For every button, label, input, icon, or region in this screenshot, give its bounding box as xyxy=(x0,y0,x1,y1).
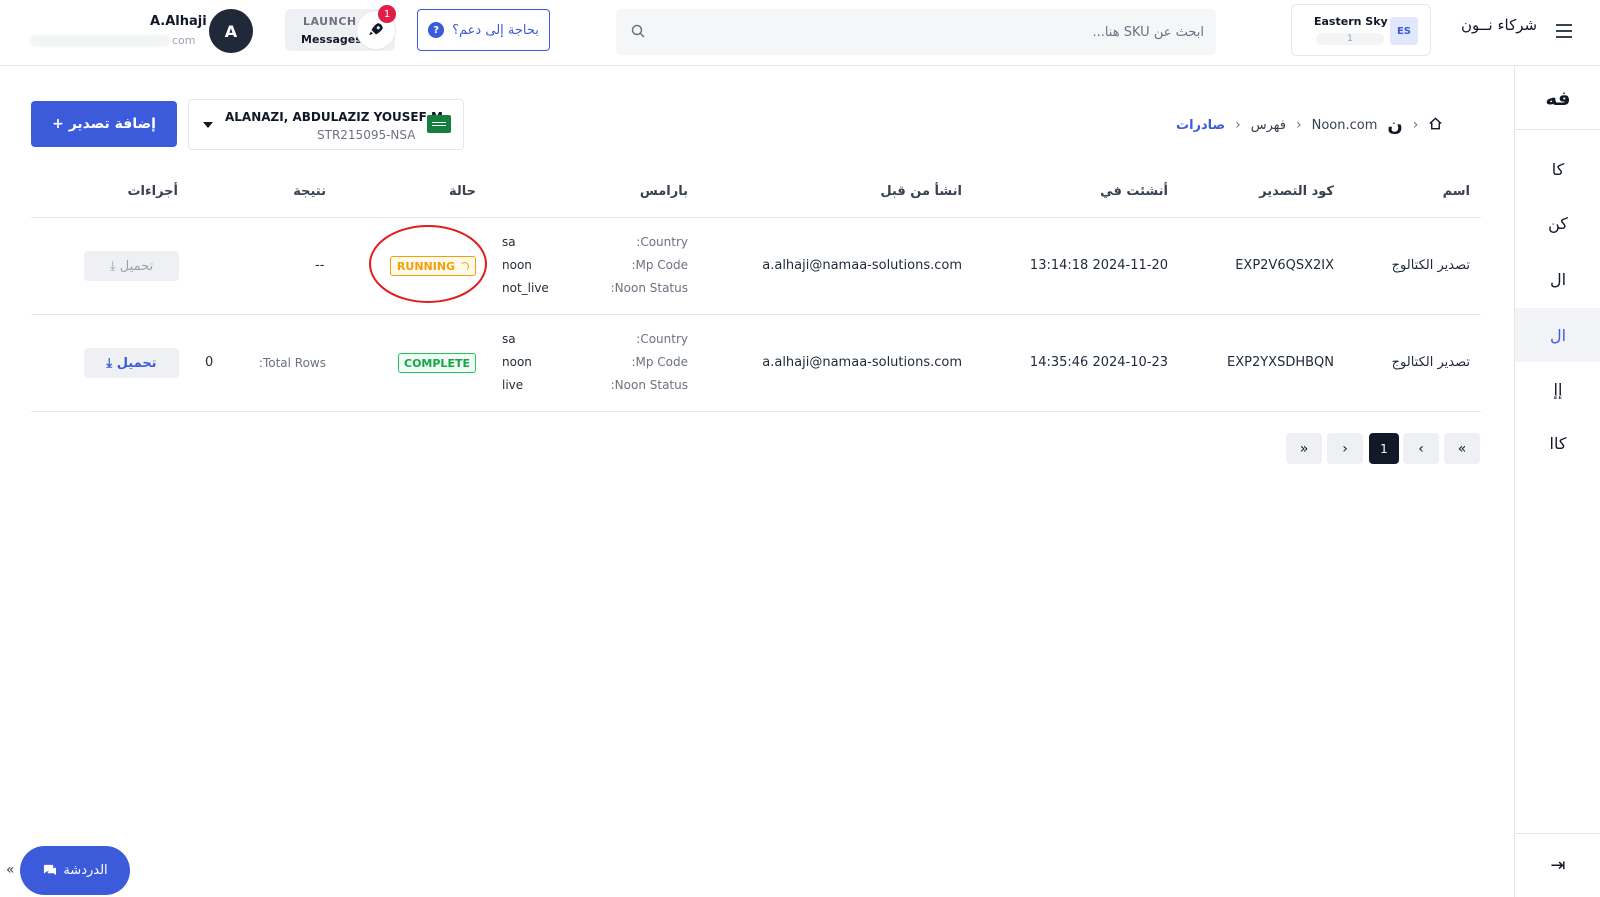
chat-label: الدردشة xyxy=(63,863,108,878)
store-switcher[interactable]: Eastern Sky 1 ES xyxy=(1291,4,1431,56)
param-label-country: :Country xyxy=(636,332,688,346)
seller-code: STR215095-NSA xyxy=(317,128,416,142)
column-header-params: بارامس xyxy=(639,184,688,199)
user-name: A.Alhaji xyxy=(150,14,207,29)
param-label-mp-code: :Mp Code xyxy=(631,355,688,369)
row-name: تصدير الكتالوج xyxy=(1391,355,1470,370)
chat-bubble-icon xyxy=(44,864,57,876)
row-name: تصدير الكتالوج xyxy=(1391,258,1470,273)
column-header-export-code: كود التصدير xyxy=(1259,184,1334,199)
column-header-result: نتيجة xyxy=(293,184,326,199)
sidebar: فه كا كن ال ال إإ كاا ⇥ xyxy=(1514,66,1600,897)
row-result: -- xyxy=(315,258,325,273)
param-label-noon-status: :Noon Status xyxy=(610,378,688,392)
row-created-by: a.alhaji@namaa-solutions.com xyxy=(762,258,962,273)
row-export-code: EXP2YXSDHBQN xyxy=(1227,355,1334,370)
store-initials: ES xyxy=(1390,17,1418,45)
avatar[interactable]: A xyxy=(209,9,253,53)
annotation-circle xyxy=(369,225,487,303)
column-header-created-by: انشأ من قبل xyxy=(880,184,962,199)
add-export-button[interactable]: + إضافة تصدير xyxy=(31,101,177,147)
column-header-status: حالة xyxy=(448,184,476,199)
pagination-first-button[interactable]: « xyxy=(1444,433,1480,464)
param-value-noon-status: live xyxy=(502,378,524,392)
home-icon[interactable] xyxy=(1428,116,1443,135)
param-label-mp-code: :Mp Code xyxy=(631,258,688,272)
row-export-code: EXP2V6QSX2IX xyxy=(1235,258,1334,273)
sidebar-item-5[interactable]: إإ xyxy=(1515,362,1600,416)
divider xyxy=(31,217,1481,218)
row-created-by: a.alhaji@namaa-solutions.com xyxy=(762,355,962,370)
user-email-tail: com xyxy=(172,34,196,47)
seller-select[interactable]: ALANAZI, ABDULAZIZ YOUSEF M STR215095-NS… xyxy=(188,99,464,150)
breadcrumb-current: صادرات xyxy=(1176,117,1226,133)
collapse-sidebar-icon[interactable]: ⇥ xyxy=(1515,833,1600,897)
saudi-flag-icon xyxy=(427,115,451,133)
param-label-country: :Country xyxy=(636,235,688,249)
sidebar-item-1[interactable]: كا xyxy=(1515,142,1600,196)
chevron-right-icon: › xyxy=(1235,117,1241,133)
divider xyxy=(31,314,1481,315)
store-name: Eastern Sky xyxy=(1314,15,1388,28)
column-header-actions: أجراءات xyxy=(127,184,178,199)
column-header-created-at: أنشئت في xyxy=(1100,184,1168,199)
pagination-page-1[interactable]: 1 xyxy=(1369,433,1399,464)
pagination-next-button[interactable]: › xyxy=(1327,433,1363,464)
result-value: 0 xyxy=(205,355,214,370)
support-label: بحاجة إلى دعم؟ xyxy=(452,22,539,38)
search-icon xyxy=(630,23,646,43)
launch-title: LAUNCH xyxy=(303,15,357,28)
store-sub: 1 xyxy=(1316,33,1384,45)
pagination-last-button[interactable]: » xyxy=(1286,433,1322,464)
support-button[interactable]: ? بحاجة إلى دعم؟ xyxy=(417,9,550,51)
param-value-mp-code: noon xyxy=(502,355,532,369)
seller-name: ALANAZI, ABDULAZIZ YOUSEF M xyxy=(225,110,443,124)
status-label: COMPLETE xyxy=(404,356,470,370)
param-value-mp-code: noon xyxy=(502,258,532,272)
sidebar-item-2[interactable]: كن xyxy=(1515,196,1600,250)
chevron-down-icon xyxy=(203,122,213,128)
search-input[interactable] xyxy=(656,9,1204,55)
pagination-prev-button[interactable]: ‹ xyxy=(1403,433,1439,464)
sidebar-item-6[interactable]: كاا xyxy=(1515,416,1600,470)
sidebar-item-4-active[interactable]: ال xyxy=(1515,308,1600,362)
help-icon: ? xyxy=(428,22,445,38)
chevron-right-icon: › xyxy=(1295,117,1302,133)
row-created-at: 14:35:46 2024-10-23 xyxy=(1029,355,1168,370)
chat-collapse-icon[interactable]: « xyxy=(6,862,15,878)
row-created-at: 13:14:18 2024-11-20 xyxy=(1029,258,1168,273)
status-badge-complete: COMPLETE xyxy=(398,353,476,373)
search-bar xyxy=(616,9,1216,55)
noon-logo-icon[interactable]: ن xyxy=(1387,115,1402,136)
chat-button[interactable]: الدردشة xyxy=(20,846,130,895)
breadcrumb-catalog[interactable]: فهرس xyxy=(1251,118,1286,133)
sidebar-logo: فه xyxy=(1515,66,1600,130)
download-button-disabled[interactable]: ⤓ تحميل xyxy=(84,251,179,281)
noon-partners-logo: شركاء نــون xyxy=(1461,16,1538,34)
breadcrumb: صادرات › فهرس › Noon.com ن › xyxy=(1176,114,1443,136)
result-label-total-rows: :Total Rows xyxy=(258,356,326,370)
param-label-noon-status: :Noon Status xyxy=(610,281,688,295)
divider xyxy=(31,411,1481,412)
param-value-country: sa xyxy=(502,235,516,249)
param-value-country: sa xyxy=(502,332,516,346)
column-header-name: اسم xyxy=(1442,184,1470,199)
download-button[interactable]: ⤓ تحميل xyxy=(84,348,179,378)
launch-sub: Messages xyxy=(301,33,362,46)
breadcrumb-marketplace[interactable]: Noon.com xyxy=(1312,118,1378,133)
menu-icon[interactable] xyxy=(1556,24,1572,38)
notification-badge: 1 xyxy=(378,5,396,23)
user-email-redacted xyxy=(30,35,170,47)
sidebar-item-3[interactable]: ال xyxy=(1515,252,1600,306)
top-bar: A.Alhaji com A LAUNCH Messages 1 ? بحاجة… xyxy=(0,0,1600,66)
param-value-noon-status: not_live xyxy=(502,281,549,295)
chevron-right-icon: › xyxy=(1412,117,1419,133)
